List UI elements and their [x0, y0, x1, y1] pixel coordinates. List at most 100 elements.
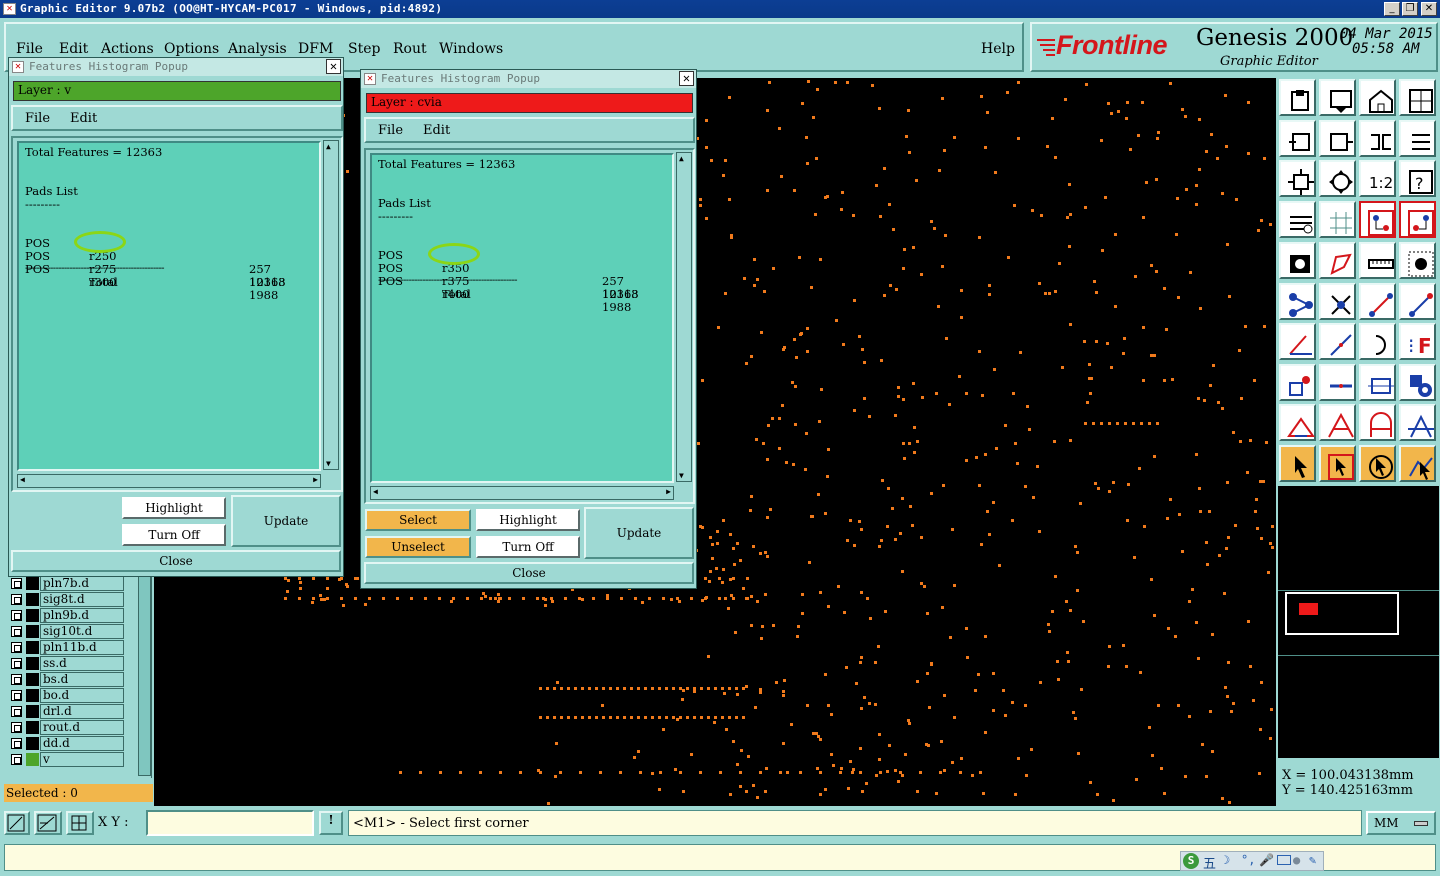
open-step-tool-button[interactable]	[1279, 79, 1316, 116]
layer-checkbox[interactable]	[11, 706, 22, 717]
vector-tool-button[interactable]	[1359, 282, 1396, 320]
popup-1-titlebar[interactable]: ✕ Features Histogram Popup ✕	[9, 58, 343, 76]
keyboard-icon[interactable]	[1277, 855, 1291, 865]
voice-icon[interactable]: 🎤	[1259, 853, 1274, 867]
arc-tool-button[interactable]	[1359, 323, 1396, 360]
popup-1-hscrollbar[interactable]: ◀ ▶	[17, 474, 321, 488]
close-icon[interactable]: ✕	[1421, 2, 1437, 16]
ime-toolbar[interactable]: S 五 ☽ °, 🎤 ● ✎	[1180, 851, 1324, 872]
grid-tool-button[interactable]	[1319, 200, 1356, 238]
cross-tool-button[interactable]	[1319, 282, 1356, 320]
layer-name[interactable]: bs.d	[40, 672, 124, 687]
scroll-down-icon[interactable]: ▼	[679, 471, 684, 480]
turn-off-button[interactable]: Turn Off	[122, 524, 226, 546]
triangle-tool-button[interactable]	[1279, 404, 1316, 441]
layer-name[interactable]: drl.d	[40, 704, 124, 719]
menu-step[interactable]: Step	[348, 41, 380, 57]
scroll-down-icon[interactable]: ▼	[326, 459, 331, 468]
popup-2-menu-file[interactable]: File	[378, 123, 403, 138]
layer-name[interactable]: ss.d	[40, 656, 124, 671]
minimize-icon[interactable]: _	[1384, 2, 1400, 16]
layer-compare-tool-button[interactable]	[1359, 200, 1396, 238]
layer-checkbox[interactable]	[11, 626, 22, 637]
layer-list-scrollbar[interactable]	[138, 570, 151, 776]
one-to-one-tool-button[interactable]: 1:2	[1359, 160, 1396, 197]
save-tool-button[interactable]	[1319, 79, 1356, 116]
moon-icon[interactable]: ☽	[1223, 853, 1230, 867]
copy-feature-tool-button[interactable]	[1279, 363, 1316, 401]
popup-2-vscrollbar[interactable]: ▲ ▼	[676, 152, 692, 482]
ruler-tool-button[interactable]	[1359, 242, 1396, 279]
layer-name[interactable]: dd.d	[40, 736, 124, 751]
menu-edit[interactable]: Edit	[59, 41, 88, 57]
layer-row[interactable]: pln11b.d	[8, 640, 124, 655]
layer-checkbox[interactable]	[11, 674, 22, 685]
help-tool-button[interactable]: ?	[1399, 160, 1436, 197]
vector-alt-tool-button[interactable]	[1399, 282, 1436, 320]
xy-input[interactable]	[146, 810, 314, 836]
popup-1-menu-edit[interactable]: Edit	[70, 111, 97, 126]
user-icon[interactable]: ●	[1293, 853, 1300, 867]
highlight-button[interactable]: Highlight	[476, 509, 580, 531]
minus-tool-button[interactable]	[1319, 363, 1356, 401]
input-mode-icon[interactable]: 五	[1203, 853, 1216, 872]
units-selector[interactable]: MM	[1366, 811, 1436, 835]
popup-2-menu-edit[interactable]: Edit	[423, 123, 450, 138]
zoom-out-tool-button[interactable]	[1319, 119, 1356, 157]
layer-row[interactable]: bs.d	[8, 672, 124, 687]
sogou-icon[interactable]: S	[1183, 853, 1199, 869]
popup-1-close-icon[interactable]: ✕	[326, 59, 341, 74]
line-tool-button[interactable]	[1319, 323, 1356, 360]
close-button[interactable]: Close	[364, 562, 694, 584]
highlight-button[interactable]: Highlight	[122, 497, 226, 519]
layer-name[interactable]: v	[40, 752, 124, 767]
layer-checkbox[interactable]	[11, 754, 22, 765]
connect-tool-button[interactable]	[1279, 282, 1316, 320]
layer-name[interactable]: rout.d	[40, 720, 124, 735]
menu-rout[interactable]: Rout	[393, 41, 427, 57]
info-icon[interactable]: !	[319, 811, 343, 835]
scroll-right-icon[interactable]: ▶	[313, 475, 318, 484]
layer-row[interactable]: sig8t.d	[8, 592, 124, 607]
window-tool-button[interactable]	[1399, 79, 1436, 116]
layer-checkbox[interactable]	[11, 578, 22, 589]
dot-tool-button[interactable]	[1399, 242, 1436, 279]
overview-panel[interactable]	[1278, 486, 1439, 758]
arch-alt-tool-button[interactable]	[1399, 404, 1436, 441]
pad-shape-tool-button[interactable]	[1279, 242, 1316, 279]
layer-checkbox[interactable]	[11, 690, 22, 701]
dimension-tool-button[interactable]	[1359, 363, 1396, 401]
layer-checkbox[interactable]	[11, 722, 22, 733]
popup-1-menu-file[interactable]: File	[25, 111, 50, 126]
punctuation-icon[interactable]: °,	[1241, 853, 1255, 867]
measure-icon[interactable]	[34, 811, 62, 835]
zoom-in-tool-button[interactable]	[1279, 119, 1316, 157]
update-button[interactable]: Update	[584, 507, 694, 559]
scroll-up-icon[interactable]: ▲	[326, 142, 331, 151]
restore-icon[interactable]: ❐	[1402, 2, 1418, 16]
tool-settings-tool-button[interactable]	[1279, 200, 1316, 238]
select-orange-tool-button[interactable]	[1359, 444, 1396, 482]
layer-checkbox[interactable]	[11, 658, 22, 669]
redraw-tool-button[interactable]	[1399, 119, 1436, 157]
grid-snap-icon[interactable]	[66, 811, 94, 835]
home-tool-button[interactable]	[1359, 79, 1396, 116]
menu-help[interactable]: Help	[981, 41, 1015, 57]
select-pointer-tool-button[interactable]	[1319, 444, 1356, 482]
popup-2-titlebar[interactable]: ✕ Features Histogram Popup ✕	[361, 70, 696, 88]
layer-name[interactable]: bo.d	[40, 688, 124, 703]
scroll-right-icon[interactable]: ▶	[666, 487, 671, 496]
layer-checkbox[interactable]	[11, 738, 22, 749]
polygon-tool-button[interactable]	[1319, 242, 1356, 279]
pan-tool-button[interactable]	[1319, 160, 1356, 197]
shapes-tool-button[interactable]	[1399, 363, 1436, 401]
scroll-up-icon[interactable]: ▲	[679, 154, 684, 163]
layer-name[interactable]: sig10t.d	[40, 624, 124, 639]
layer-checkbox[interactable]	[11, 610, 22, 621]
menu-analysis[interactable]: Analysis	[228, 41, 287, 57]
layer-name[interactable]: sig8t.d	[40, 592, 124, 607]
layer-name[interactable]: pln7b.d	[40, 576, 124, 591]
scroll-left-icon[interactable]: ◀	[20, 475, 25, 484]
popup-2-hscrollbar[interactable]: ◀ ▶	[370, 486, 674, 500]
text-tool-button[interactable]: ⁝ F	[1399, 323, 1436, 360]
